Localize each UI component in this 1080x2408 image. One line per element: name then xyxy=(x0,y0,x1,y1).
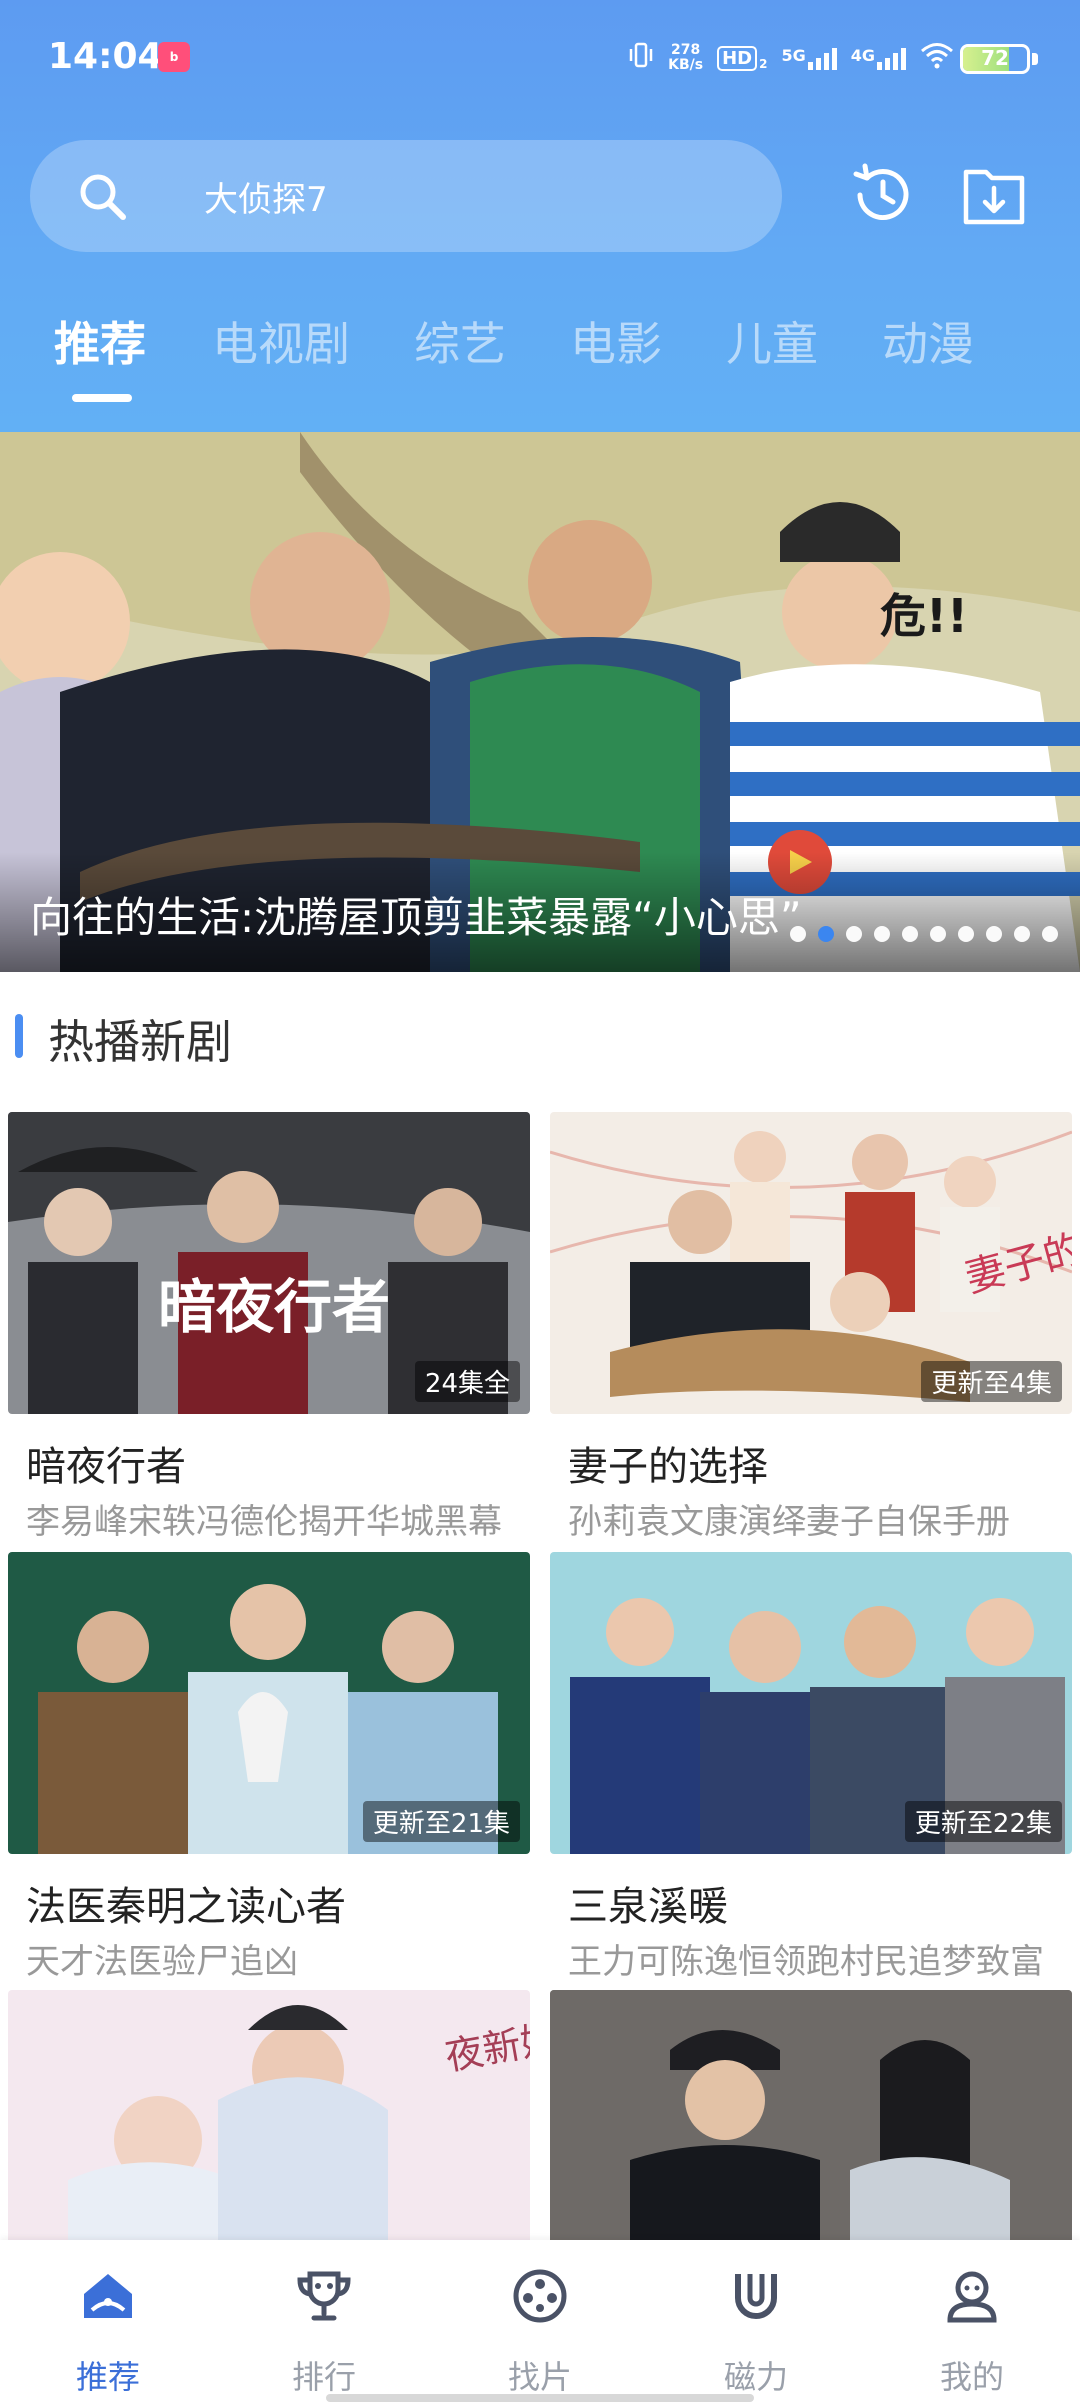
featured-banner[interactable]: 危!! 向往的生活:沈腾屋顶剪韭菜暴露“小心思” xyxy=(0,432,1080,972)
banner-dot[interactable] xyxy=(818,926,834,942)
drama-card[interactable]: 更新至22集 三泉溪暖 王力可陈逸恒领跑村民追梦致富 xyxy=(550,1552,1072,1982)
hd-indicator: HD 2 xyxy=(717,45,767,71)
search-query: 大侦探7 xyxy=(204,180,328,220)
history-icon[interactable] xyxy=(848,160,918,230)
card-title: 三泉溪暖 xyxy=(568,1884,728,1930)
card-title: 法医秦明之读心者 xyxy=(26,1884,346,1930)
drama-card[interactable]: 妻子的选择 更新至4集 妻子的选择 孙莉袁文康演绎妻子自保手册 xyxy=(550,1112,1072,1542)
banner-dot[interactable] xyxy=(958,926,974,942)
drama-card[interactable]: 暗夜行者 24集全 暗夜行者 李易峰宋轶冯德伦揭开华城黑幕 xyxy=(8,1112,530,1542)
signal-4g-icon: 4G xyxy=(851,46,906,70)
card-thumbnail: 更新至21集 xyxy=(8,1552,530,1854)
banner-dot[interactable] xyxy=(930,926,946,942)
nav-label: 推荐 xyxy=(75,2358,140,2396)
nav-profile[interactable]: 我的 xyxy=(864,2240,1080,2408)
banner-pagination xyxy=(790,926,1058,942)
tab-kids[interactable]: 儿童 xyxy=(726,308,818,374)
battery-tip xyxy=(1032,53,1038,65)
banner-dot[interactable] xyxy=(846,926,862,942)
bilibili-app-icon: b xyxy=(158,42,190,72)
banner-dot[interactable] xyxy=(986,926,1002,942)
banner-dot[interactable] xyxy=(1042,926,1058,942)
episode-badge: 更新至21集 xyxy=(362,1801,520,1842)
vibrate-icon xyxy=(628,41,654,76)
card-thumbnail: 妻子的选择 更新至4集 xyxy=(550,1112,1072,1414)
nav-label: 我的 xyxy=(939,2358,1004,2396)
tab-variety[interactable]: 综艺 xyxy=(414,308,506,374)
nav-magnet[interactable]: 磁力 xyxy=(648,2240,864,2408)
card-subtitle: 李易峰宋轶冯德伦揭开华城黑幕 xyxy=(26,1502,502,1542)
category-tabs: 推荐 电视剧 综艺 电影 儿童 动漫 xyxy=(0,308,1080,388)
tab-movies[interactable]: 电影 xyxy=(570,308,662,374)
film-reel-icon xyxy=(513,2269,567,2323)
nav-ranking[interactable]: 排行 xyxy=(216,2240,432,2408)
status-bar: 14:04 b 278 KB/s HD 2 5G 4G 72 xyxy=(0,0,1080,120)
tab-tv-series[interactable]: 电视剧 xyxy=(212,308,350,374)
tab-anime[interactable]: 动漫 xyxy=(882,308,974,374)
magnet-icon xyxy=(735,2274,777,2319)
trophy-icon xyxy=(297,2271,351,2321)
section-title: 热播新剧 xyxy=(48,1015,232,1069)
status-icons: 278 KB/s HD 2 5G 4G xyxy=(628,38,954,78)
svg-text:暗夜行者: 暗夜行者 xyxy=(158,1273,390,1341)
card-thumbnail: 暗夜行者 24集全 xyxy=(8,1112,530,1414)
search-icon xyxy=(80,174,126,220)
banner-dot[interactable] xyxy=(790,926,806,942)
card-title: 妻子的选择 xyxy=(568,1444,768,1490)
episode-badge: 24集全 xyxy=(414,1361,520,1402)
home-indicator xyxy=(326,2394,754,2402)
home-icon xyxy=(84,2274,132,2318)
bottom-navigation: 推荐 排行 找片 磁力 我的 xyxy=(0,2240,1080,2408)
top-header: 14:04 b 278 KB/s HD 2 5G 4G 72 大侦探7 推荐 电… xyxy=(0,0,1080,432)
banner-caption: 向往的生活:沈腾屋顶剪韭菜暴露“小心思” xyxy=(30,893,802,942)
card-subtitle: 天才法医验尸追凶 xyxy=(26,1942,298,1982)
wifi-icon xyxy=(920,41,954,76)
active-tab-indicator xyxy=(72,394,132,402)
svg-text:危!!: 危!! xyxy=(880,589,968,643)
card-subtitle: 孙莉袁文康演绎妻子自保手册 xyxy=(568,1502,1010,1542)
card-title: 暗夜行者 xyxy=(26,1444,186,1490)
episode-badge: 更新至4集 xyxy=(921,1361,1062,1402)
banner-dot[interactable] xyxy=(902,926,918,942)
nav-recommend[interactable]: 推荐 xyxy=(0,2240,216,2408)
user-icon xyxy=(947,2271,997,2323)
banner-dot[interactable] xyxy=(1014,926,1030,942)
download-folder-icon[interactable] xyxy=(962,164,1026,226)
episode-badge: 更新至22集 xyxy=(904,1801,1062,1842)
nav-find-films[interactable]: 找片 xyxy=(432,2240,648,2408)
nav-label: 磁力 xyxy=(723,2358,788,2396)
network-speed: 278 KB/s xyxy=(668,42,704,73)
card-thumbnail: 更新至22集 xyxy=(550,1552,1072,1854)
search-input[interactable]: 大侦探7 xyxy=(30,140,782,252)
banner-dot[interactable] xyxy=(874,926,890,942)
status-time: 14:04 xyxy=(48,36,163,77)
nav-label: 找片 xyxy=(507,2358,572,2396)
card-subtitle: 王力可陈逸恒领跑村民追梦致富 xyxy=(568,1942,1044,1982)
tab-recommend[interactable]: 推荐 xyxy=(54,308,146,374)
signal-5g-icon: 5G xyxy=(781,46,837,70)
battery-icon: 72 xyxy=(960,44,1030,74)
drama-card[interactable]: 更新至21集 法医秦明之读心者 天才法医验尸追凶 xyxy=(8,1552,530,1982)
section-accent-bar xyxy=(15,1014,23,1058)
nav-label: 排行 xyxy=(291,2358,356,2396)
